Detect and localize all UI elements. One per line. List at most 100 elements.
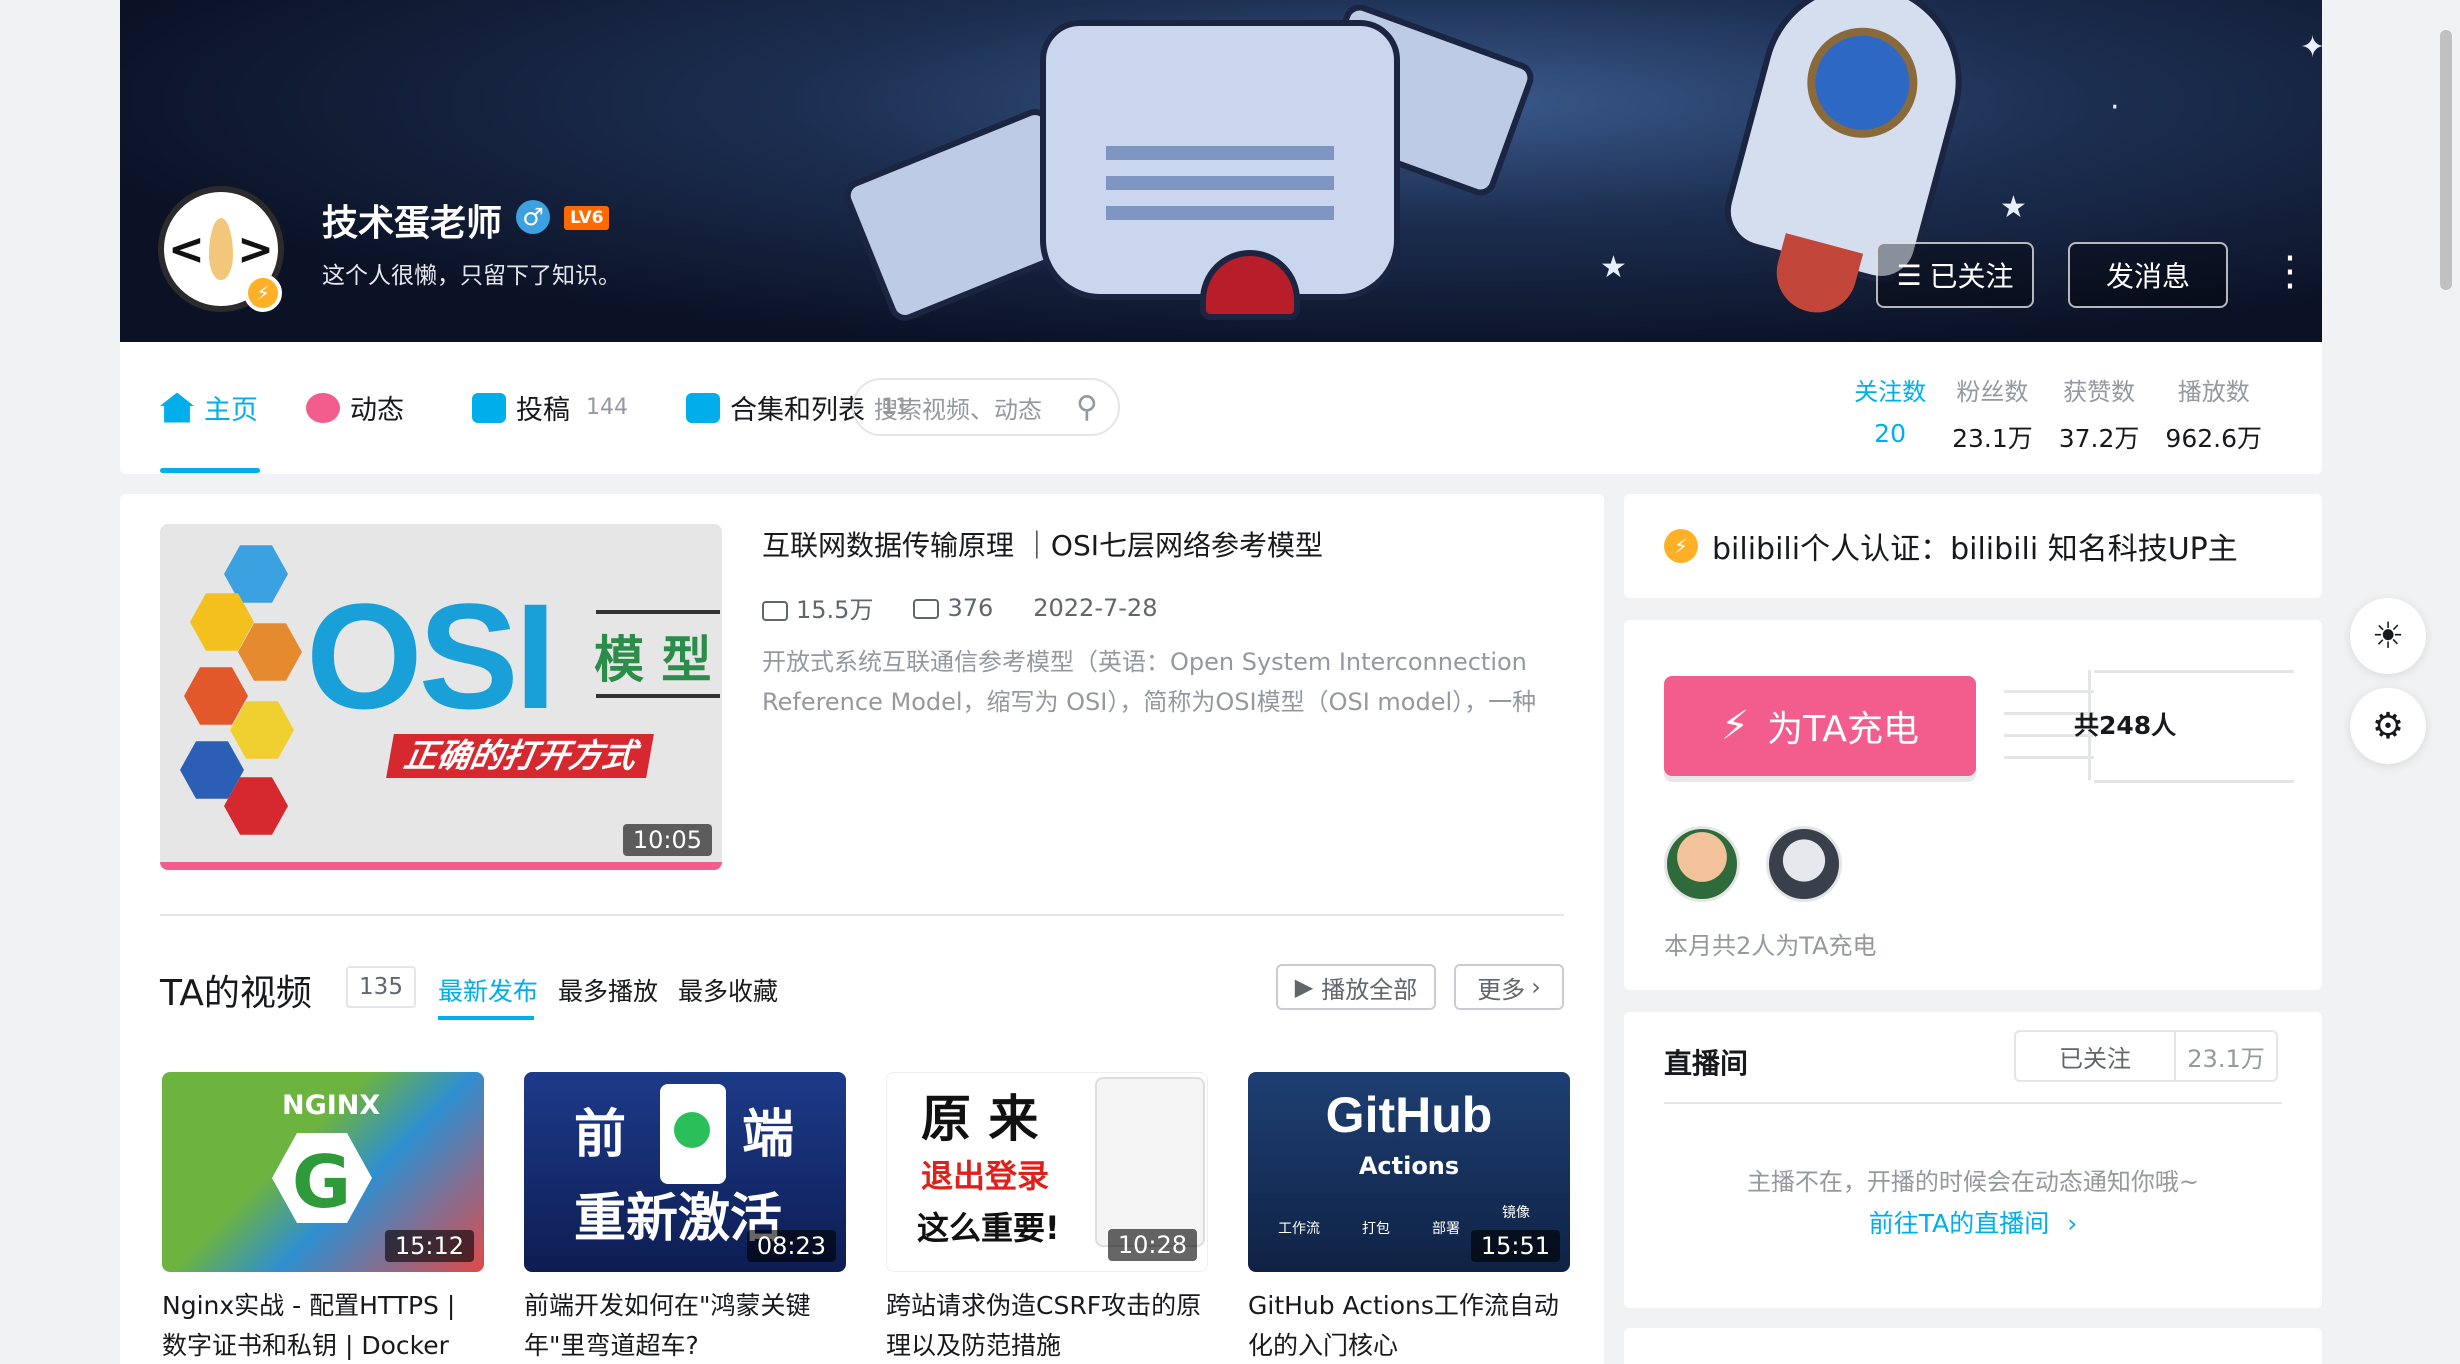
stat-label: 关注数	[1854, 378, 1927, 406]
search-input[interactable]: 搜索视频、动态 ⚲	[852, 378, 1120, 436]
play-all-button[interactable]: ▶ 播放全部	[1276, 964, 1436, 1010]
thumbnail-subtitle: 模 型	[594, 631, 712, 689]
video-duration: 10:05	[622, 824, 712, 856]
settings-button[interactable]: ⚙	[2350, 688, 2426, 764]
active-tab-indicator	[160, 468, 260, 473]
go-to-live-room-link[interactable]: 前往TA的直播间 ›	[1624, 1204, 2322, 1240]
stat-following[interactable]: 关注数 20	[1854, 372, 1926, 455]
dynamic-icon	[306, 392, 340, 423]
video-card[interactable]: GitHub Actions 工作流 打包 部署 镜像 15:51 GitHub…	[1248, 1072, 1570, 1364]
active-tab-indicator	[438, 1016, 534, 1020]
next-card	[1624, 1328, 2322, 1364]
search-icon[interactable]: ⚲	[1076, 390, 1098, 425]
scrollbar[interactable]	[2440, 30, 2452, 290]
stat-label: 粉丝数	[1956, 378, 2029, 406]
live-follow-button[interactable]: 已关注	[2016, 1032, 2176, 1080]
live-follow-widget[interactable]: 已关注 23.1万	[2014, 1030, 2278, 1082]
star-icon: ★	[2000, 190, 2027, 225]
charge-total: 共248人	[2074, 711, 2177, 740]
more-options-icon[interactable]: · · ·	[2280, 239, 2300, 307]
tab-most-fav[interactable]: 最多收藏	[678, 972, 778, 1008]
videos-section-title: TA的视频	[160, 973, 312, 1014]
thumbnail-title: OSI	[306, 572, 556, 740]
tab-dynamic[interactable]: 动态	[306, 388, 404, 427]
featured-video-meta: 15.5万 376 2022-7-28	[762, 590, 1157, 625]
certification-text: bilibili个人认证：bilibili 知名科技UP主	[1712, 532, 2238, 567]
video-duration: 10:28	[1107, 1229, 1197, 1261]
thumbnail-tag: 正确的打开方式	[386, 734, 654, 778]
live-fans-count: 23.1万	[2187, 1044, 2265, 1073]
video-duration: 15:51	[1470, 1230, 1560, 1262]
thumbnail-text: 原 来	[921, 1090, 1039, 1148]
thumbnail-text: 退出登录	[921, 1157, 1050, 1195]
stat-value: 37.2万	[2058, 424, 2140, 453]
video-card[interactable]: NGINX G 15:12 Nginx实战 - 配置HTTPS | 数字证书和私…	[162, 1072, 484, 1364]
avatar[interactable]	[1766, 826, 1842, 902]
search-placeholder: 搜索视频、动态	[874, 395, 1042, 424]
sun-icon: ☀	[2371, 615, 2405, 657]
tab-posts[interactable]: 投稿 144	[472, 388, 628, 427]
follow-button[interactable]: ☰ 已关注	[1876, 242, 2034, 308]
video-duration: 15:12	[384, 1230, 474, 1262]
profile-nav: 主页 动态 投稿 144 合集和列表 11 搜索视频、动态 ⚲ 关注数 20 粉…	[120, 342, 2322, 474]
play-count-icon	[762, 601, 788, 621]
live-offline-message: 主播不在，开播的时候会在动态通知你哦~	[1746, 1168, 2200, 1196]
user-sign: 这个人很懒，只留下了知识。	[322, 263, 621, 289]
stat-plays: 播放数 962.6万	[2165, 372, 2262, 455]
star-icon: ★	[1600, 250, 1627, 285]
verified-badge-icon: ⚡	[244, 274, 282, 312]
video-title[interactable]: Nginx实战 - 配置HTTPS | 数字证书和私钥 | Docker	[162, 1286, 484, 1364]
gear-icon: ⚙	[2371, 705, 2405, 747]
lightning-icon: ⚡	[1721, 703, 1750, 749]
video-thumbnail[interactable]: NGINX G 15:12	[162, 1072, 484, 1272]
thumbnail-step-label: 工作流	[1278, 1221, 1320, 1237]
chevron-right-icon: ›	[2067, 1209, 2078, 1238]
tab-dynamic-label: 动态	[350, 395, 404, 426]
theme-toggle-button[interactable]: ☀	[2350, 598, 2426, 674]
tab-latest[interactable]: 最新发布	[438, 972, 538, 1008]
stat-value: 962.6万	[2165, 424, 2262, 453]
thumbnail-text: 前	[574, 1105, 627, 1165]
stat-label: 播放数	[2177, 378, 2250, 406]
posts-count: 144	[586, 395, 628, 420]
level-badge: LV6	[564, 206, 610, 230]
thumbnail-step-label: 打包	[1362, 1221, 1390, 1237]
charge-button-label: 为TA充电	[1767, 709, 1919, 750]
featured-video-title[interactable]: 互联网数据传输原理 ｜OSI七层网络参考模型	[762, 524, 1323, 564]
avatar[interactable]	[1664, 826, 1740, 902]
featured-video-desc: 开放式系统互联通信参考模型（英语：Open System Interconnec…	[762, 648, 1537, 716]
posts-icon	[472, 392, 506, 423]
stat-value: 23.1万	[1952, 424, 2033, 453]
video-title[interactable]: 跨站请求伪造CSRF攻击的原理以及防范措施	[886, 1286, 1208, 1364]
certification-card: ⚡ bilibili个人认证：bilibili 知名科技UP主	[1624, 494, 2322, 598]
featured-video-thumbnail[interactable]: OSI 模 型 正确的打开方式 10:05	[160, 524, 722, 870]
play-all-label: 播放全部	[1321, 975, 1418, 1004]
charge-button[interactable]: ⚡ 为TA充电	[1664, 676, 1976, 776]
video-title[interactable]: 前端开发如何在"鸿蒙关键年"里弯道超车?	[524, 1286, 846, 1364]
user-name: 技术蛋老师	[322, 203, 503, 244]
stat-fans[interactable]: 粉丝数 23.1万	[1952, 372, 2033, 455]
tab-most-played[interactable]: 最多播放	[558, 972, 658, 1008]
thumbnail-text: 这么重要!	[917, 1209, 1060, 1247]
menu-icon: ☰	[1896, 258, 1922, 292]
video-title[interactable]: GitHub Actions工作流自动化的入门核心	[1248, 1286, 1570, 1364]
main-content: OSI 模 型 正确的打开方式 10:05 互联网数据传输原理 ｜OSI七层网络…	[120, 494, 1604, 1364]
message-button[interactable]: 发消息	[2068, 242, 2228, 308]
more-button[interactable]: 更多 ›	[1454, 964, 1564, 1010]
video-thumbnail[interactable]: 原 来 退出登录 这么重要! 10:28	[886, 1072, 1208, 1272]
video-thumbnail[interactable]: GitHub Actions 工作流 打包 部署 镜像 15:51	[1248, 1072, 1570, 1272]
video-thumbnail[interactable]: 前 端 重新激活 08:23	[524, 1072, 846, 1272]
video-card[interactable]: 原 来 退出登录 这么重要! 10:28 跨站请求伪造CSRF攻击的原理以及防范…	[886, 1072, 1208, 1364]
video-duration: 08:23	[746, 1230, 836, 1262]
follow-button-label: 已关注	[1929, 260, 2014, 293]
play-icon: ▶	[1294, 973, 1314, 1001]
user-stats: 关注数 20 粉丝数 23.1万 获赞数 37.2万 播放数 962.6万	[1854, 372, 2262, 455]
thumbnail-step-label: 部署	[1432, 1221, 1460, 1237]
more-label: 更多	[1477, 975, 1526, 1004]
publish-date: 2022-7-28	[1033, 593, 1158, 622]
videos-count: 135	[346, 966, 416, 1008]
danmaku-icon	[913, 598, 940, 619]
video-card[interactable]: 前 端 重新激活 08:23 前端开发如何在"鸿蒙关键年"里弯道超车?	[524, 1072, 846, 1364]
tab-home[interactable]: 主页	[160, 388, 258, 427]
danmaku-count: 376	[947, 593, 994, 622]
